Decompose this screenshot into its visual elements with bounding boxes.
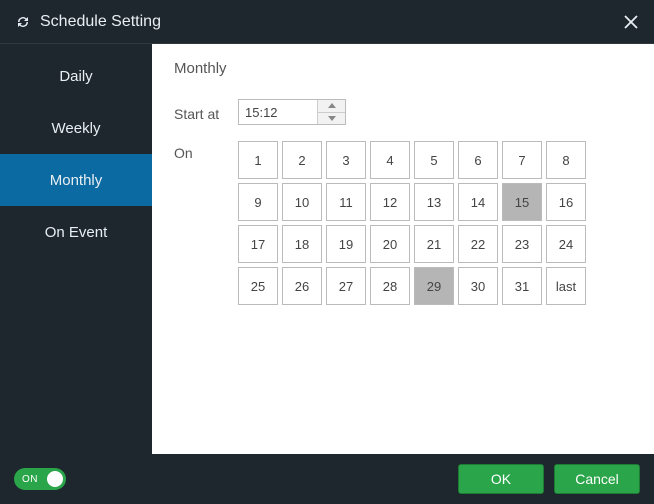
tab-on-event[interactable]: On Event (0, 206, 152, 258)
day-29[interactable]: 29 (414, 267, 454, 305)
day-5[interactable]: 5 (414, 141, 454, 179)
day-3[interactable]: 3 (326, 141, 366, 179)
tab-label: On Event (45, 224, 108, 241)
day-28[interactable]: 28 (370, 267, 410, 305)
ok-button-label: OK (491, 471, 511, 487)
day-18[interactable]: 18 (282, 225, 322, 263)
tab-label: Monthly (50, 172, 103, 189)
panel-heading: Monthly (174, 60, 632, 77)
start-at-label: Start at (174, 102, 238, 122)
spinner-up-button[interactable] (318, 100, 345, 113)
day-19[interactable]: 19 (326, 225, 366, 263)
on-label: On (174, 141, 238, 161)
day-last[interactable]: last (546, 267, 586, 305)
day-10[interactable]: 10 (282, 183, 322, 221)
tab-label: Weekly (52, 120, 101, 137)
day-27[interactable]: 27 (326, 267, 366, 305)
refresh-icon (14, 13, 32, 31)
monthly-panel: Monthly Start at On (152, 44, 654, 454)
day-4[interactable]: 4 (370, 141, 410, 179)
day-1[interactable]: 1 (238, 141, 278, 179)
schedule-setting-dialog: Schedule Setting Daily Weekly Monthly On Ev… (0, 0, 654, 504)
start-time-input[interactable] (239, 100, 317, 124)
tab-monthly[interactable]: Monthly (0, 154, 152, 206)
day-6[interactable]: 6 (458, 141, 498, 179)
toggle-label: ON (22, 474, 38, 485)
titlebar: Schedule Setting (0, 0, 654, 44)
sidebar: Daily Weekly Monthly On Event (0, 44, 152, 454)
toggle-knob (47, 471, 63, 487)
enable-toggle[interactable]: ON (14, 468, 66, 490)
footer: ON OK Cancel (0, 454, 654, 504)
day-17[interactable]: 17 (238, 225, 278, 263)
day-23[interactable]: 23 (502, 225, 542, 263)
day-25[interactable]: 25 (238, 267, 278, 305)
dialog-title: Schedule Setting (40, 13, 161, 31)
day-8[interactable]: 8 (546, 141, 586, 179)
ok-button[interactable]: OK (458, 464, 544, 494)
day-31[interactable]: 31 (502, 267, 542, 305)
day-26[interactable]: 26 (282, 267, 322, 305)
tab-label: Daily (59, 68, 92, 85)
day-15[interactable]: 15 (502, 183, 542, 221)
day-16[interactable]: 16 (546, 183, 586, 221)
day-11[interactable]: 11 (326, 183, 366, 221)
on-row: On 1234567891011121314151617181920212223… (174, 141, 632, 305)
spinner-down-button[interactable] (318, 113, 345, 125)
day-21[interactable]: 21 (414, 225, 454, 263)
day-12[interactable]: 12 (370, 183, 410, 221)
day-9[interactable]: 9 (238, 183, 278, 221)
close-button[interactable] (622, 13, 640, 31)
day-13[interactable]: 13 (414, 183, 454, 221)
day-2[interactable]: 2 (282, 141, 322, 179)
day-20[interactable]: 20 (370, 225, 410, 263)
tab-weekly[interactable]: Weekly (0, 102, 152, 154)
day-grid: 1234567891011121314151617181920212223242… (238, 141, 586, 305)
day-7[interactable]: 7 (502, 141, 542, 179)
start-time-spinner[interactable] (238, 99, 346, 125)
day-22[interactable]: 22 (458, 225, 498, 263)
cancel-button-label: Cancel (575, 471, 619, 487)
cancel-button[interactable]: Cancel (554, 464, 640, 494)
tab-daily[interactable]: Daily (0, 50, 152, 102)
day-14[interactable]: 14 (458, 183, 498, 221)
day-24[interactable]: 24 (546, 225, 586, 263)
start-time-row: Start at (174, 99, 632, 125)
day-30[interactable]: 30 (458, 267, 498, 305)
